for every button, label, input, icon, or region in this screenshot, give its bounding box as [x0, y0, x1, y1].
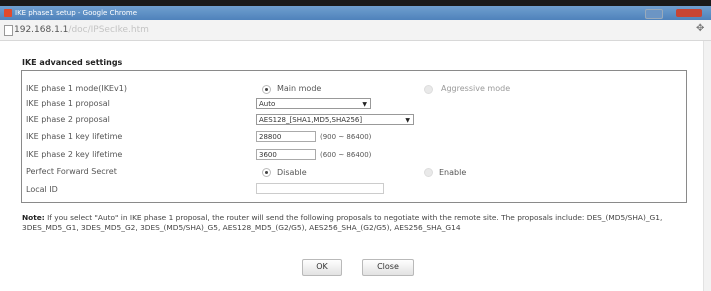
- pfs-enable-label: Enable: [439, 168, 467, 177]
- phase1-lifetime-range: (900 ~ 86400): [320, 133, 372, 141]
- extension-icon[interactable]: ✥: [696, 23, 704, 34]
- local-id-label: Local ID: [26, 185, 58, 194]
- url-path: /doc/IPSecIke.htm: [68, 25, 149, 35]
- phase1-proposal-value: Auto: [259, 100, 276, 108]
- phase2-proposal-label: IKE phase 2 proposal: [26, 115, 110, 124]
- url-host: 192.168.1.1: [14, 25, 69, 35]
- window-titlebar: IKE phase1 setup - Google Chrome: [0, 6, 711, 20]
- url-text[interactable]: 192.168.1.1/doc/IPSecIke.htm: [14, 23, 149, 37]
- dropdown-arrow-icon: ▼: [405, 117, 410, 124]
- pfs-label: Perfect Forward Secret: [26, 167, 117, 176]
- chrome-icon: [4, 9, 12, 17]
- phase1-proposal-label: IKE phase 1 proposal: [26, 99, 110, 108]
- scrollbar[interactable]: [703, 41, 711, 291]
- note-text: Note: If you select "Auto" in IKE phase …: [22, 213, 686, 232]
- page-icon: [4, 25, 13, 36]
- close-button[interactable]: Close: [362, 259, 414, 276]
- aggressive-mode-label: Aggressive mode: [441, 84, 511, 93]
- phase2-lifetime-input[interactable]: 3600: [256, 149, 316, 160]
- phase1-proposal-select[interactable]: Auto ▼: [256, 98, 371, 109]
- section-title: IKE advanced settings: [22, 58, 123, 67]
- minimize-button[interactable]: [645, 9, 663, 19]
- local-id-input[interactable]: [256, 183, 384, 194]
- note-prefix: Note:: [22, 213, 45, 222]
- pfs-disable-label: Disable: [277, 168, 307, 177]
- phase2-proposal-value: AES128_[SHA1,MD5,SHA256]: [259, 116, 363, 124]
- pfs-enable-radio[interactable]: [424, 168, 433, 177]
- dropdown-arrow-icon: ▼: [362, 101, 367, 108]
- main-mode-label: Main mode: [277, 84, 322, 93]
- close-window-button[interactable]: [676, 9, 702, 17]
- ok-button[interactable]: OK: [302, 259, 342, 276]
- window-title: IKE phase1 setup - Google Chrome: [15, 9, 138, 17]
- aggressive-mode-radio[interactable]: [424, 85, 433, 94]
- phase2-proposal-select[interactable]: AES128_[SHA1,MD5,SHA256] ▼: [256, 114, 414, 125]
- address-bar[interactable]: 192.168.1.1/doc/IPSecIke.htm ✥: [0, 20, 711, 41]
- phase1-lifetime-label: IKE phase 1 key lifetime: [26, 132, 123, 141]
- phase1-lifetime-input[interactable]: 28800: [256, 131, 316, 142]
- phase2-lifetime-range: (600 ~ 86400): [320, 151, 372, 159]
- phase2-lifetime-label: IKE phase 2 key lifetime: [26, 150, 123, 159]
- note-body: If you select "Auto" in IKE phase 1 prop…: [22, 213, 663, 232]
- phase1-mode-label: IKE phase 1 mode(IKEv1): [26, 84, 127, 93]
- pfs-disable-radio[interactable]: [262, 168, 271, 177]
- main-mode-radio[interactable]: [262, 85, 271, 94]
